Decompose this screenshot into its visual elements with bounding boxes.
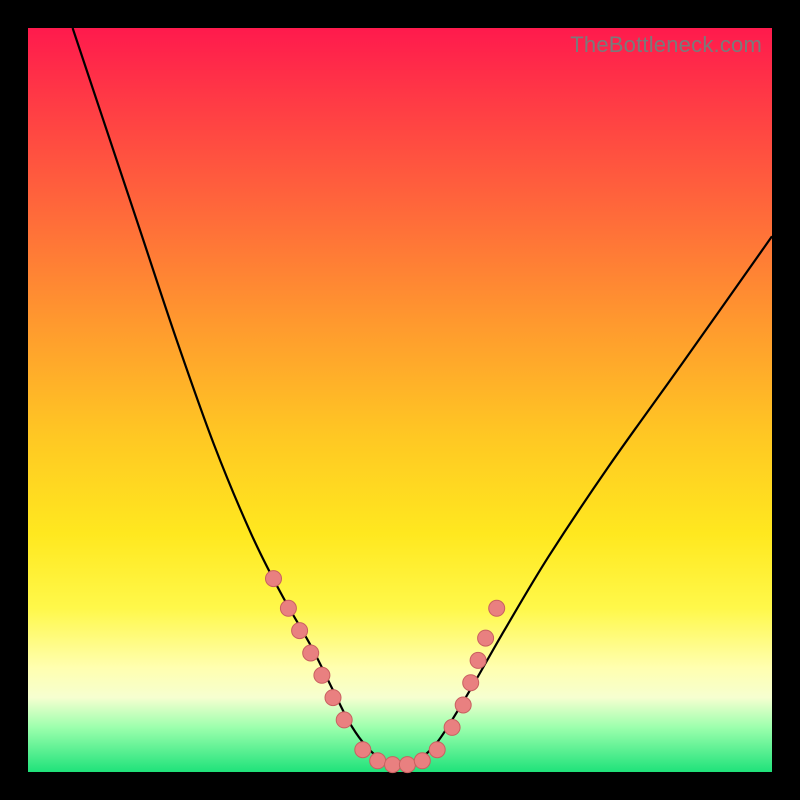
- data-marker: [325, 690, 341, 706]
- data-marker: [470, 652, 486, 668]
- data-marker: [429, 742, 445, 758]
- data-marker: [336, 712, 352, 728]
- data-marker: [463, 675, 479, 691]
- data-marker: [280, 600, 296, 616]
- data-marker: [489, 600, 505, 616]
- data-marker: [385, 757, 401, 773]
- bottleneck-curve: [73, 28, 772, 766]
- data-marker: [444, 719, 460, 735]
- chart-svg: [28, 28, 772, 772]
- data-marker: [314, 667, 330, 683]
- plot-area: TheBottleneck.com: [28, 28, 772, 772]
- data-marker: [399, 757, 415, 773]
- data-marker: [303, 645, 319, 661]
- marker-group: [266, 571, 505, 773]
- data-marker: [370, 753, 386, 769]
- outer-frame: TheBottleneck.com: [0, 0, 800, 800]
- data-marker: [478, 630, 494, 646]
- data-marker: [414, 753, 430, 769]
- data-marker: [266, 571, 282, 587]
- data-marker: [292, 623, 308, 639]
- data-marker: [355, 742, 371, 758]
- data-marker: [455, 697, 471, 713]
